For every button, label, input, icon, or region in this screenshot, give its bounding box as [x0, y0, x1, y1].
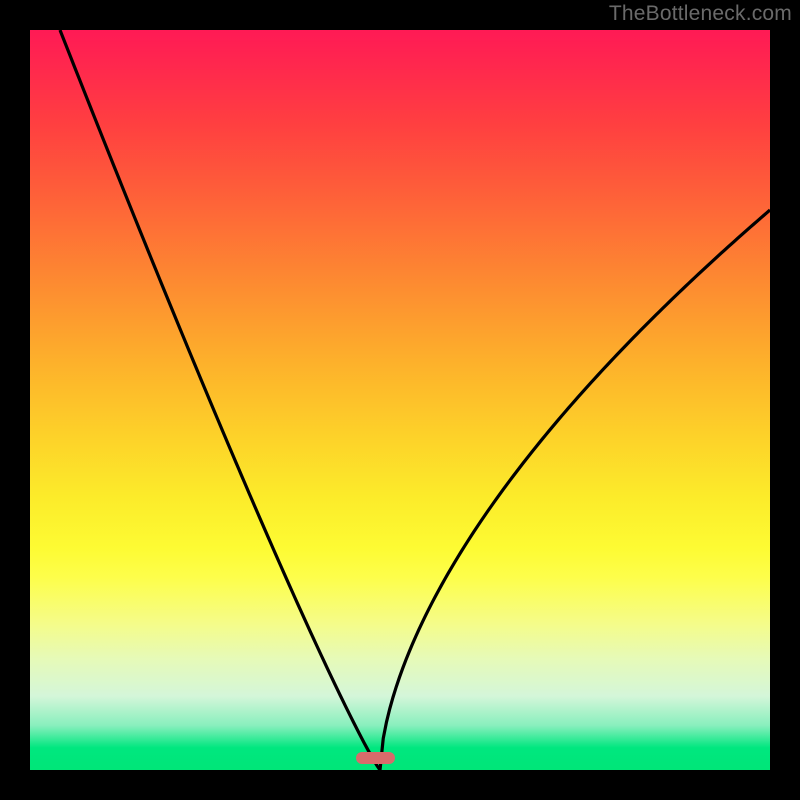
curve-left: [60, 30, 380, 770]
curve-right: [380, 210, 770, 770]
minimum-marker: [356, 752, 395, 764]
watermark-text: TheBottleneck.com: [609, 2, 792, 26]
chart-container: TheBottleneck.com: [0, 0, 800, 800]
curve-layer: [30, 30, 770, 770]
plot-area: [30, 30, 770, 770]
